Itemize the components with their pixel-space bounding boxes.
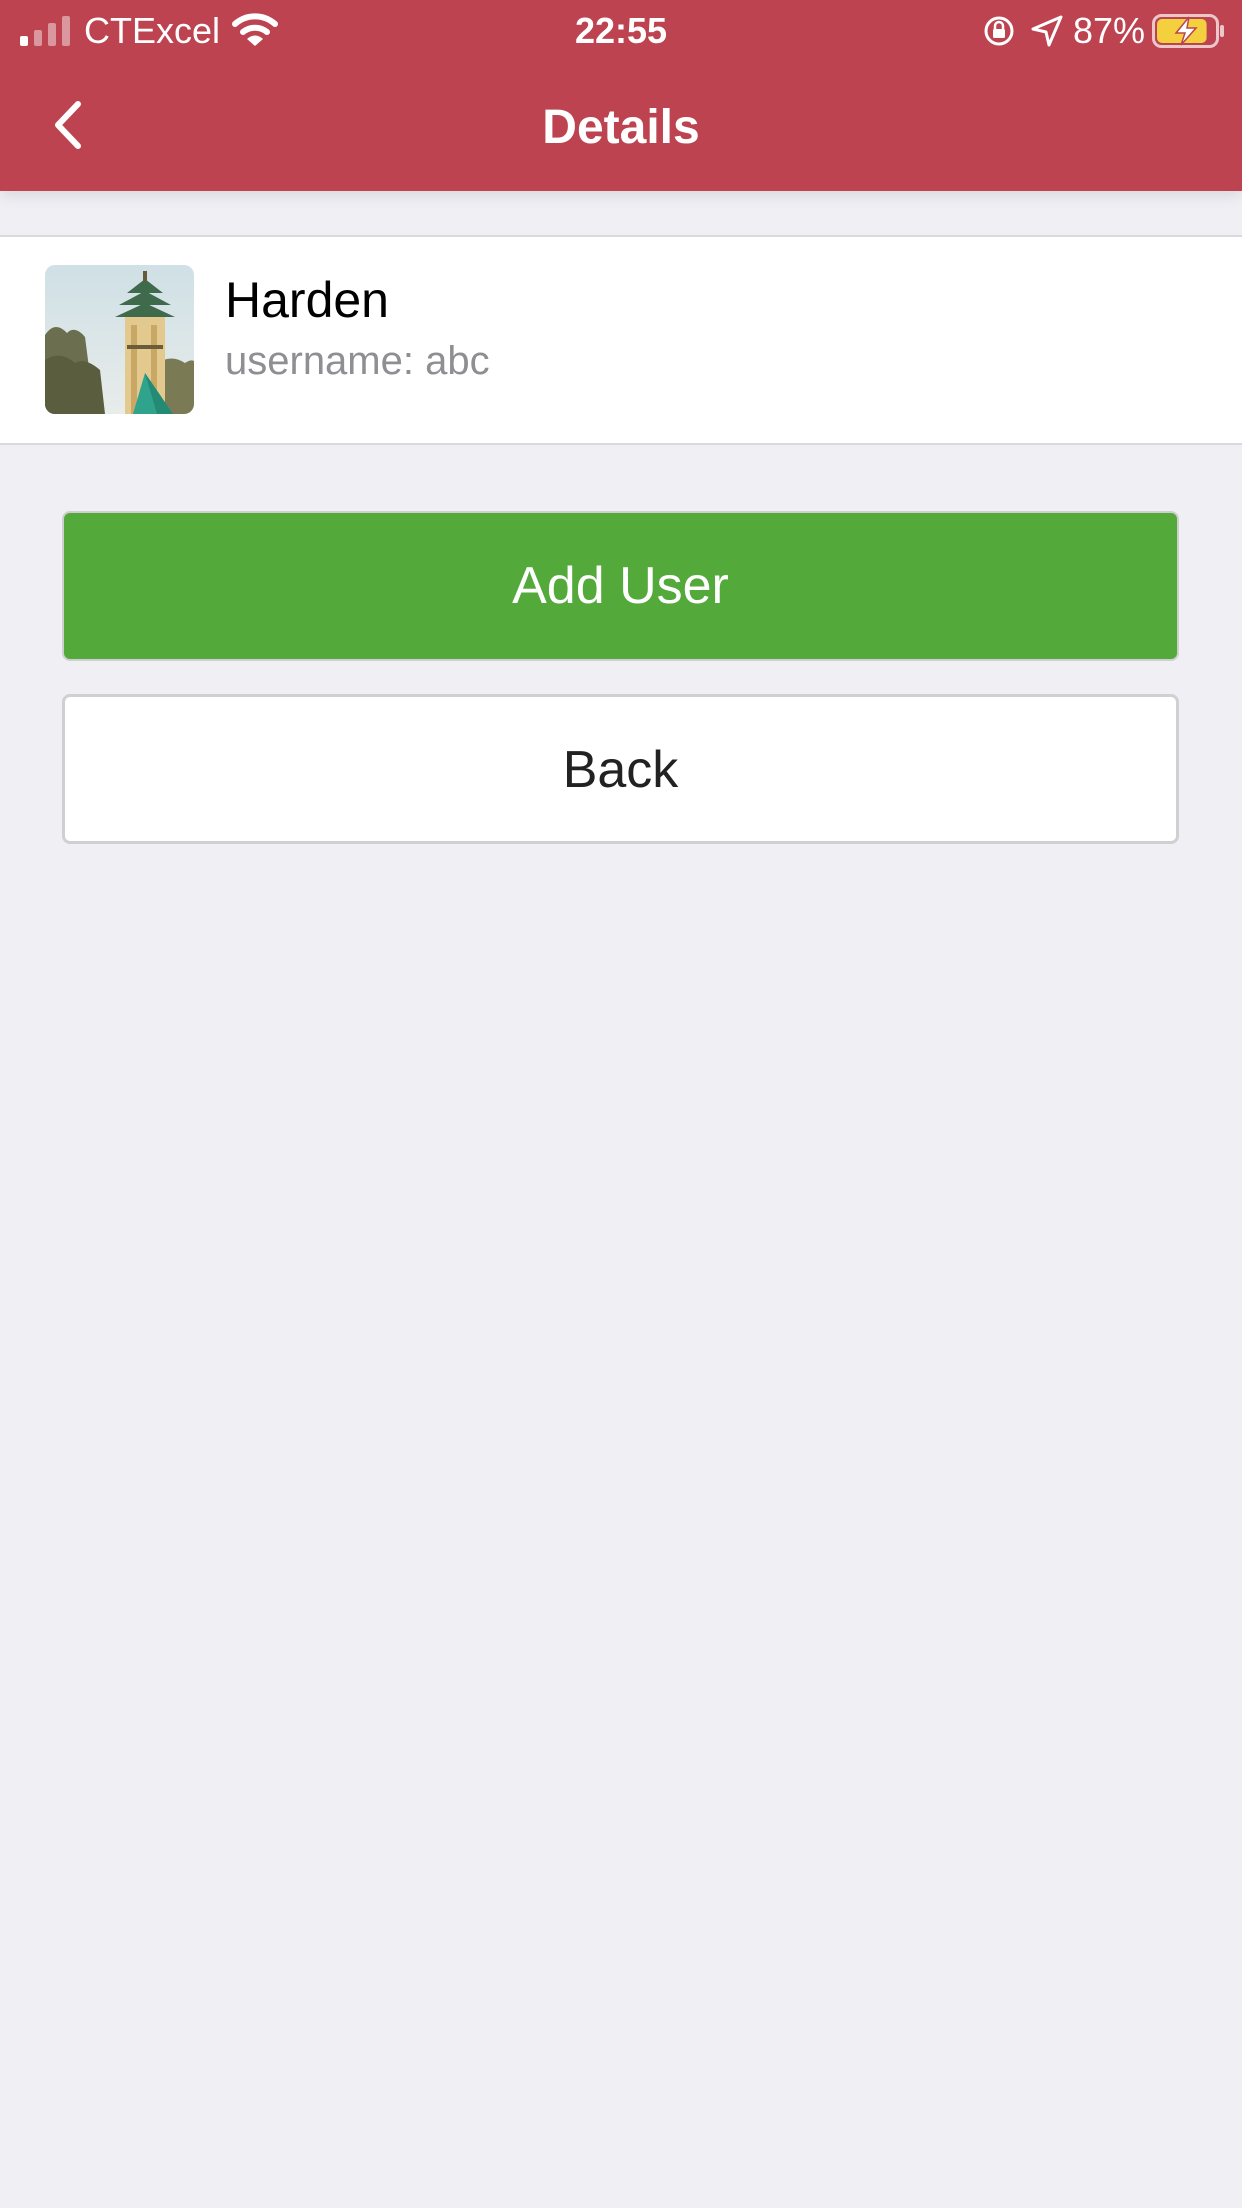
add-user-button[interactable]: Add User — [62, 511, 1179, 661]
back-button[interactable]: Back — [62, 694, 1179, 844]
location-icon — [1031, 15, 1063, 47]
user-card: Harden username: abc — [0, 235, 1242, 445]
user-name: Harden — [225, 272, 389, 328]
rotation-lock-icon — [984, 16, 1014, 46]
pagoda-photo — [45, 265, 194, 414]
battery-percentage: 87% — [1073, 10, 1146, 51]
battery-charging-icon — [1152, 14, 1224, 48]
page-title: Details — [542, 101, 700, 154]
avatar — [45, 265, 194, 414]
navigation-bar: Details — [0, 62, 1242, 191]
status-bar: CTExcel 22:55 87% — [0, 0, 1242, 62]
header: CTExcel 22:55 87% Details — [0, 0, 1242, 191]
user-username: username: abc — [225, 339, 490, 383]
